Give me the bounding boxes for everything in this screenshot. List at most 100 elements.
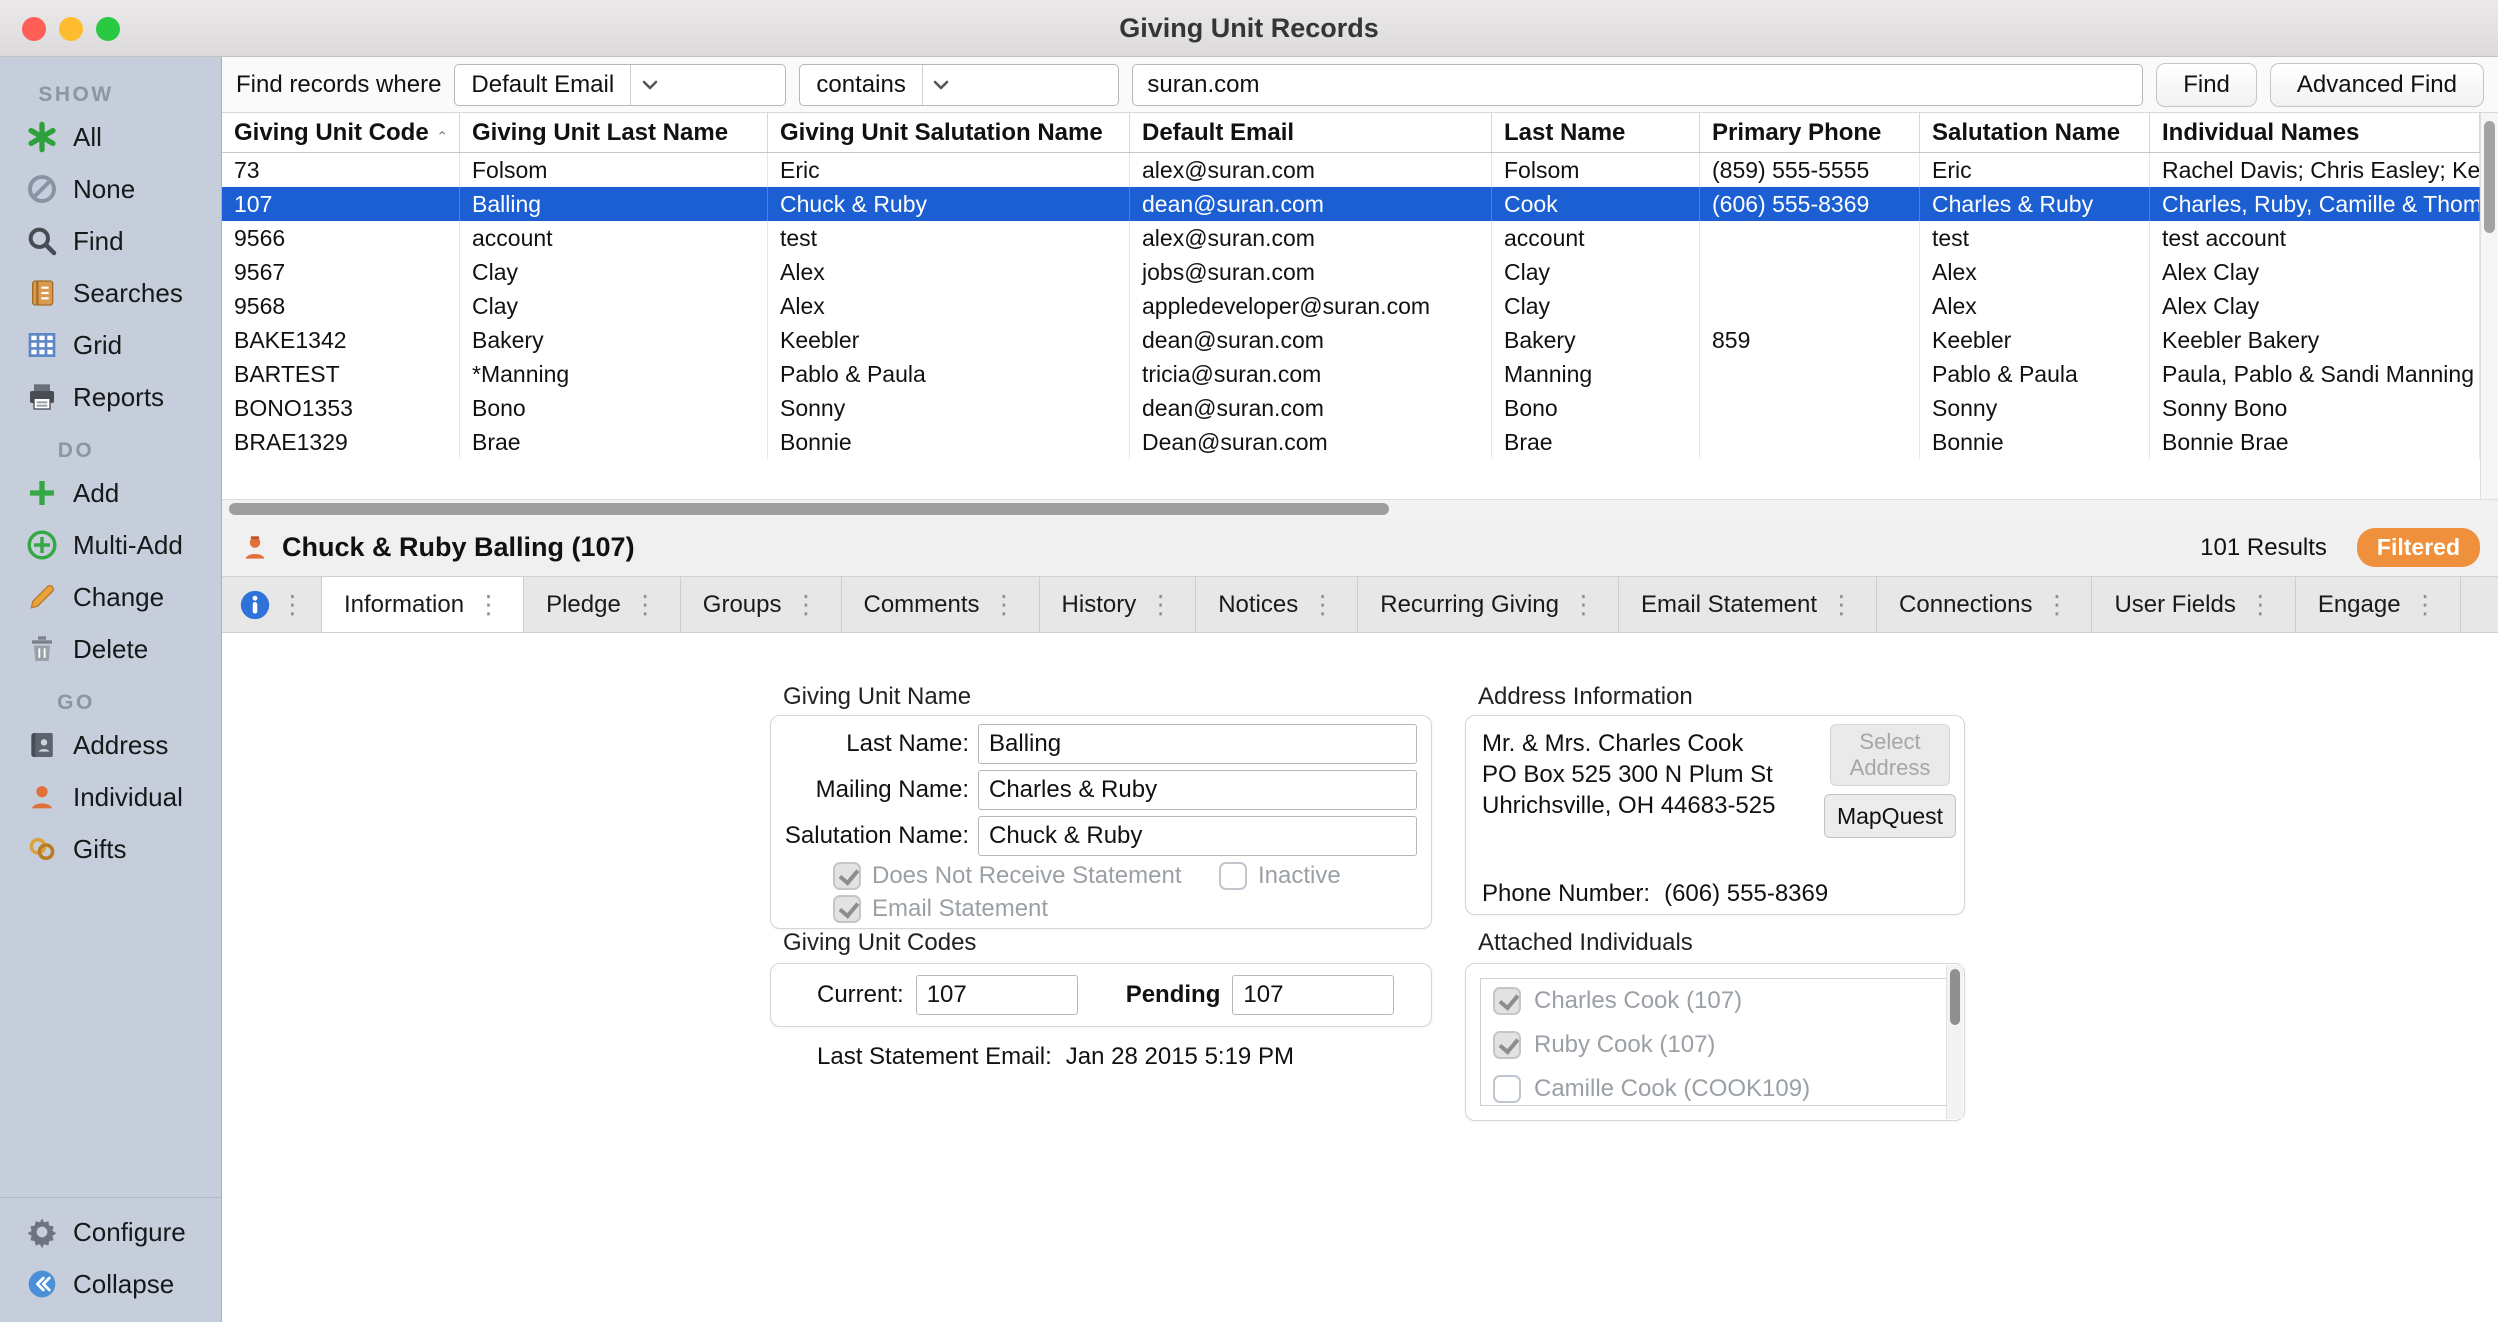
column-header-giving-unit-salutation-name[interactable]: Giving Unit Salutation Name: [768, 113, 1130, 152]
tab-menu-dots-icon[interactable]: ⋮: [992, 590, 1017, 619]
zoom-window-icon[interactable]: [96, 17, 120, 41]
tab-email-statement[interactable]: Email Statement⋮: [1619, 577, 1877, 632]
sidebar-item-configure[interactable]: Configure: [0, 1206, 221, 1258]
vertical-scrollbar-thumb[interactable]: [2484, 121, 2495, 233]
table-cell: Clay: [1492, 255, 1700, 289]
sidebar-item-none[interactable]: None: [0, 163, 221, 215]
salutation-name-row: Salutation Name:: [771, 816, 1417, 856]
individual-checkbox[interactable]: [1493, 1031, 1521, 1059]
pending-code-field[interactable]: [1232, 975, 1394, 1015]
results-table-body: 73FolsomEricalex@suran.comFolsom(859) 55…: [222, 153, 2498, 499]
sidebar-item-searches[interactable]: Searches: [0, 267, 221, 319]
filtered-badge[interactable]: Filtered: [2357, 528, 2480, 567]
table-row[interactable]: BRAE1329BraeBonnieDean@suran.comBraeBonn…: [222, 425, 2480, 459]
sidebar-item-add[interactable]: Add: [0, 467, 221, 519]
tab-menu-dots-icon[interactable]: ⋮: [2044, 590, 2069, 619]
tab-pledge[interactable]: Pledge⋮: [524, 577, 681, 632]
inactive-checkbox[interactable]: [1219, 862, 1247, 890]
table-row[interactable]: BONO1353BonoSonnydean@suran.comBonoSonny…: [222, 391, 2480, 425]
minimize-window-icon[interactable]: [59, 17, 83, 41]
table-row[interactable]: BAKE1342BakeryKeeblerdean@suran.comBaker…: [222, 323, 2480, 357]
operator-select[interactable]: contains: [799, 64, 1119, 106]
tab-menu-dots-icon[interactable]: ⋮: [794, 590, 819, 619]
table-row[interactable]: 9566accounttestalex@suran.comaccounttest…: [222, 221, 2480, 255]
tab-engage[interactable]: Engage⋮: [2296, 577, 2461, 632]
main-area: SHOW All None Find Searches Grid: [0, 57, 2498, 1322]
salutation-name-field[interactable]: [978, 816, 1417, 856]
column-header-last-name[interactable]: Last Name: [1492, 113, 1700, 152]
sidebar-item-delete[interactable]: Delete: [0, 623, 221, 675]
tab-menu-dots-icon[interactable]: ⋮: [1148, 590, 1173, 619]
table-cell: alex@suran.com: [1130, 153, 1492, 187]
column-header-individual-names[interactable]: Individual Names: [2150, 113, 2480, 152]
horizontal-scrollbar-thumb[interactable]: [229, 503, 1389, 515]
column-header-primary-phone[interactable]: Primary Phone: [1700, 113, 1920, 152]
tab-connections[interactable]: Connections⋮: [1877, 577, 2092, 632]
individual-checkbox[interactable]: [1493, 1075, 1521, 1103]
table-cell: Chuck & Ruby: [768, 187, 1130, 221]
mailing-name-field[interactable]: [978, 770, 1417, 810]
attached-individual-item[interactable]: Camille Cook (COOK109): [1481, 1067, 1949, 1106]
column-header-giving-unit-code[interactable]: Giving Unit Code: [222, 113, 460, 152]
tab-menu-dots-icon[interactable]: ⋮: [280, 590, 305, 619]
does-not-receive-statement-checkbox[interactable]: [833, 862, 861, 890]
sidebar-item-individual[interactable]: Individual: [0, 771, 221, 823]
individual-checkbox[interactable]: [1493, 987, 1521, 1015]
attached-individuals-scrollbar-thumb[interactable]: [1950, 969, 1960, 1025]
asterisk-icon: [26, 121, 58, 153]
select-address-button[interactable]: Select Address: [1830, 724, 1950, 786]
last-name-field[interactable]: [978, 724, 1417, 764]
mapquest-button[interactable]: MapQuest: [1824, 794, 1956, 838]
sidebar-item-change[interactable]: Change: [0, 571, 221, 623]
field-select[interactable]: Default Email: [454, 64, 786, 106]
record-info-button[interactable]: ⋮: [222, 577, 322, 632]
attached-individual-item[interactable]: Ruby Cook (107): [1481, 1023, 1949, 1067]
sidebar-item-all[interactable]: All: [0, 111, 221, 163]
email-statement-checkbox[interactable]: [833, 895, 861, 923]
column-header-salutation-name[interactable]: Salutation Name: [1920, 113, 2150, 152]
sidebar-item-label: None: [73, 174, 135, 205]
sidebar-item-grid[interactable]: Grid: [0, 319, 221, 371]
tab-menu-dots-icon[interactable]: ⋮: [476, 590, 501, 619]
advanced-find-button[interactable]: Advanced Find: [2270, 63, 2484, 107]
table-row[interactable]: 9568ClayAlexappledeveloper@suran.comClay…: [222, 289, 2480, 323]
table-row[interactable]: 107BallingChuck & Rubydean@suran.comCook…: [222, 187, 2480, 221]
table-horizontal-scrollbar[interactable]: [222, 499, 2498, 519]
tab-information[interactable]: Information⋮: [322, 577, 524, 632]
close-window-icon[interactable]: [22, 17, 46, 41]
tab-history[interactable]: History⋮: [1040, 577, 1197, 632]
tab-menu-dots-icon[interactable]: ⋮: [633, 590, 658, 619]
tab-notices[interactable]: Notices⋮: [1196, 577, 1358, 632]
column-header-default-email[interactable]: Default Email: [1130, 113, 1492, 152]
tab-comments[interactable]: Comments⋮: [842, 577, 1040, 632]
address-information-section-title: Address Information: [1478, 683, 1693, 711]
tab-bar: ⋮ Information⋮Pledge⋮Groups⋮Comments⋮His…: [222, 577, 2498, 633]
sidebar-item-reports[interactable]: Reports: [0, 371, 221, 423]
tab-menu-dots-icon[interactable]: ⋮: [1310, 590, 1335, 619]
table-row[interactable]: 73FolsomEricalex@suran.comFolsom(859) 55…: [222, 153, 2480, 187]
table-vertical-scrollbar[interactable]: [2480, 113, 2498, 499]
sidebar-item-gifts[interactable]: Gifts: [0, 823, 221, 875]
title-bar: Giving Unit Records: [0, 0, 2498, 57]
current-code-field[interactable]: [916, 975, 1078, 1015]
attached-individual-item[interactable]: Charles Cook (107): [1481, 979, 1949, 1023]
tab-menu-dots-icon[interactable]: ⋮: [1829, 590, 1854, 619]
tab-menu-dots-icon[interactable]: ⋮: [1571, 590, 1596, 619]
table-cell: 9567: [222, 255, 460, 289]
attached-individuals-scrollbar[interactable]: [1946, 965, 1963, 1119]
table-row[interactable]: 9567ClayAlexjobs@suran.comClayAlexAlex C…: [222, 255, 2480, 289]
tab-user-fields[interactable]: User Fields⋮: [2092, 577, 2295, 632]
tab-menu-dots-icon[interactable]: ⋮: [2248, 590, 2273, 619]
column-header-giving-unit-last-name[interactable]: Giving Unit Last Name: [460, 113, 768, 152]
sidebar-item-find[interactable]: Find: [0, 215, 221, 267]
tab-recurring-giving[interactable]: Recurring Giving⋮: [1358, 577, 1619, 632]
table-cell: Sonny: [768, 391, 1130, 425]
sidebar-item-collapse[interactable]: Collapse: [0, 1258, 221, 1310]
tab-groups[interactable]: Groups⋮: [681, 577, 842, 632]
table-row[interactable]: BARTEST*ManningPablo & Paulatricia@suran…: [222, 357, 2480, 391]
find-button[interactable]: Find: [2156, 63, 2257, 107]
tab-menu-dots-icon[interactable]: ⋮: [2413, 590, 2438, 619]
sidebar-item-address[interactable]: Address: [0, 719, 221, 771]
sidebar-item-multi-add[interactable]: Multi-Add: [0, 519, 221, 571]
search-input[interactable]: [1132, 64, 2143, 106]
